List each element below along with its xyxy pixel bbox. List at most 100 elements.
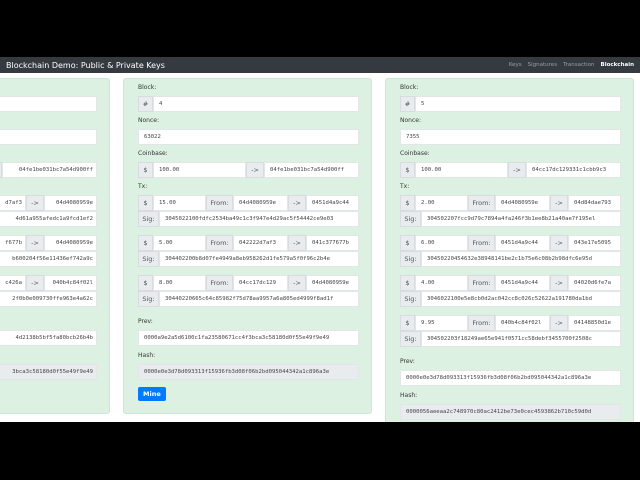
arrow-addon: ->: [26, 275, 44, 291]
input-group: $9.95 From: 040b4c84f02l -> 04148850d1e: [400, 315, 621, 331]
input-group: $From:f677b->04d4080959e: [0, 235, 97, 251]
nonce-input[interactable]: [0, 129, 97, 145]
sig-group: Sig: 3046022100e5e8cb0d2ac042cc8c026c5262…: [400, 291, 621, 307]
tx-from-input[interactable]: c426a: [0, 275, 26, 291]
tx-from-input[interactable]: 04d4080959e: [495, 195, 550, 211]
tx-amount-input[interactable]: 6.00: [415, 235, 468, 251]
tx-from-input[interactable]: d7af3: [0, 195, 26, 211]
tx-amount-input[interactable]: 15.00: [153, 195, 206, 211]
tx-to-input[interactable]: 041c377677b: [306, 235, 359, 251]
nav-link-transaction[interactable]: Transaction: [563, 62, 594, 68]
input-group: #: [0, 96, 97, 112]
dollar-addon: $: [400, 162, 415, 178]
arrow-addon: ->: [550, 235, 568, 251]
sig-addon: Sig:: [138, 251, 159, 267]
tx-amount-input[interactable]: 4.00: [415, 275, 468, 291]
tx-from-input[interactable]: 042222d7af3: [233, 235, 288, 251]
nav-link-signatures[interactable]: Signatures: [528, 62, 557, 68]
prev-hash-input[interactable]: 0000e0e3d78d093313f15936fb3d08f06b2bd095…: [400, 370, 621, 386]
tx-sig-input[interactable]: 304502203f18249ae65e941f0571cc58debf3455…: [421, 331, 621, 347]
input-group: $100.00 -> 04fe1be031bc7a54d900ff: [138, 162, 359, 178]
input-group: 7355: [400, 129, 621, 145]
nonce-input[interactable]: 63022: [138, 129, 359, 145]
input-group: 0000e0e3d78d093313f15936fb3d08f06b2bd095…: [400, 370, 621, 386]
tx-spacer: [400, 307, 619, 312]
tx-sig-input[interactable]: 304402200b8d07fe4949a8eb958262d1fe579a5f…: [159, 251, 359, 267]
tx-from-input[interactable]: 04cc17dc129: [233, 275, 288, 291]
tx-spacer: [400, 267, 619, 272]
coinbase-to-input[interactable]: 04fe1be031bc7a54d900ff: [264, 162, 359, 178]
from-addon: From:: [468, 275, 495, 291]
tx-amount-input[interactable]: 5.00: [153, 235, 206, 251]
hash-output: 0000056aeeaa2c748970c80ac2412be73e0cec45…: [400, 404, 621, 420]
tx-from-input[interactable]: 0451d4a9c44: [495, 275, 550, 291]
tx-label: Tx:: [0, 182, 95, 192]
block-number-input[interactable]: 4: [153, 96, 359, 112]
tx-label: Tx:: [138, 183, 148, 190]
tx-sig-input[interactable]: 2f0b0e009730ffe963e4a62c: [0, 291, 97, 307]
hash-addon: #: [400, 96, 415, 112]
sig-addon: Sig:: [138, 291, 159, 307]
dollar-addon: $: [400, 315, 415, 331]
tx-to-input[interactable]: 04d4080959e: [44, 195, 97, 211]
tx-sig-input[interactable]: 30450220454632e38948141be2c1b75e6c08b2b9…: [421, 251, 621, 267]
arrow-addon: ->: [550, 195, 568, 211]
tx-sig-input[interactable]: 3046022100e5e8cb0d2ac042cc8c026c52622a19…: [421, 291, 621, 307]
tx-sig-input[interactable]: b600204f56e11436ef742a9c: [0, 251, 97, 267]
tx-from-input[interactable]: 0451d4a9c44: [495, 235, 550, 251]
tx-to-input[interactable]: 04020d6fe7a: [568, 275, 621, 291]
nonce-label: Nonce:: [0, 116, 95, 126]
sig-group: Sig:2f0b0e009730ffe963e4a62c: [0, 291, 97, 307]
prev-label: Prev:: [400, 358, 415, 365]
coinbase-amount-input[interactable]: 100.00: [415, 162, 508, 178]
dollar-addon: $: [138, 275, 153, 291]
coinbase-to-input[interactable]: 04fe1be031bc7a54d900ff: [2, 162, 97, 178]
prev-hash-input[interactable]: 0000a9e2a5d6100c1fa23580671cc4f3bca3c581…: [138, 330, 359, 346]
input-group: $100.00 -> 04cc17dc129331c1cbb9c3: [400, 162, 621, 178]
tx-from-input[interactable]: f677b: [0, 235, 26, 251]
tx-to-input[interactable]: 04d4080959e: [44, 235, 97, 251]
tx-to-input[interactable]: 04d84dae793: [568, 195, 621, 211]
tx-to-input[interactable]: 04d4080959e: [306, 275, 359, 291]
block-number-input[interactable]: 5: [415, 96, 621, 112]
input-group: $8.00 From: 04cc17dc129 -> 04d4080959e: [138, 275, 359, 291]
block-number-input[interactable]: [0, 96, 97, 112]
hash-output: 3bca3c58180d0f55e49f9e49: [0, 364, 97, 380]
card-bottom-pad: [0, 401, 95, 413]
coinbase-label: Coinbase:: [138, 150, 168, 157]
tx-sig-input[interactable]: 3045022100fdfc2534ba49c1c3f947e4d29ac5f5…: [159, 211, 359, 227]
tx-sig-input[interactable]: 30440220665c64c85982f75d78aa9957a6a805ed…: [159, 291, 359, 307]
input-group: #5: [400, 96, 621, 112]
nonce-input[interactable]: 7355: [400, 129, 621, 145]
nav-link-keys[interactable]: Keys: [509, 62, 522, 68]
input-group: 0000056aeeaa2c748970c80ac2412be73e0cec45…: [400, 404, 621, 420]
hash-label: Hash:: [138, 352, 156, 359]
navbar-title[interactable]: Blockchain Demo: Public & Private Keys: [6, 61, 503, 70]
tx-amount-input[interactable]: 9.95: [415, 315, 468, 331]
tx-to-input[interactable]: 04148850d1e: [568, 315, 621, 331]
input-group: 3bca3c58180d0f55e49f9e49: [0, 364, 97, 380]
tx-from-input[interactable]: 04d4080959e: [233, 195, 288, 211]
tx-to-input[interactable]: 043e17e5095: [568, 235, 621, 251]
arrow-addon: ->: [508, 162, 526, 178]
hash-label: Hash:: [400, 392, 418, 399]
tx-to-input[interactable]: 0451d4a9c44: [306, 195, 359, 211]
tx-sig-input[interactable]: 4d61a955afedc1a9fcd1ef2: [0, 211, 97, 227]
nonce-label: Nonce:: [138, 117, 159, 124]
tx-amount-input[interactable]: 2.00: [415, 195, 468, 211]
coinbase-amount-input[interactable]: 100.00: [153, 162, 246, 178]
navbar: Blockchain Demo: Public & Private Keys K…: [0, 57, 640, 73]
coinbase-label: Coinbase:: [0, 149, 95, 159]
block-label: Block:: [400, 84, 419, 91]
tx-from-input[interactable]: 040b4c84f02l: [495, 315, 550, 331]
prev-label: Prev:: [138, 318, 153, 325]
tx-amount-input[interactable]: 8.00: [153, 275, 206, 291]
tx-to-input[interactable]: 040b4c84f02l: [44, 275, 97, 291]
input-group: $->04fe1be031bc7a54d900ff: [0, 162, 97, 178]
coinbase-label: Coinbase:: [400, 150, 430, 157]
tx-sig-input[interactable]: 304502207fcc9d79c7894a4fa246f3b1ee8b21a4…: [421, 211, 621, 227]
nav-link-blockchain[interactable]: Blockchain: [601, 62, 634, 68]
coinbase-to-input[interactable]: 04cc17dc129331c1cbb9c3: [526, 162, 621, 178]
prev-hash-input[interactable]: 4d2138b5bf5fa80bcb26b4b: [0, 330, 97, 346]
mine-button[interactable]: Mine: [138, 387, 166, 401]
